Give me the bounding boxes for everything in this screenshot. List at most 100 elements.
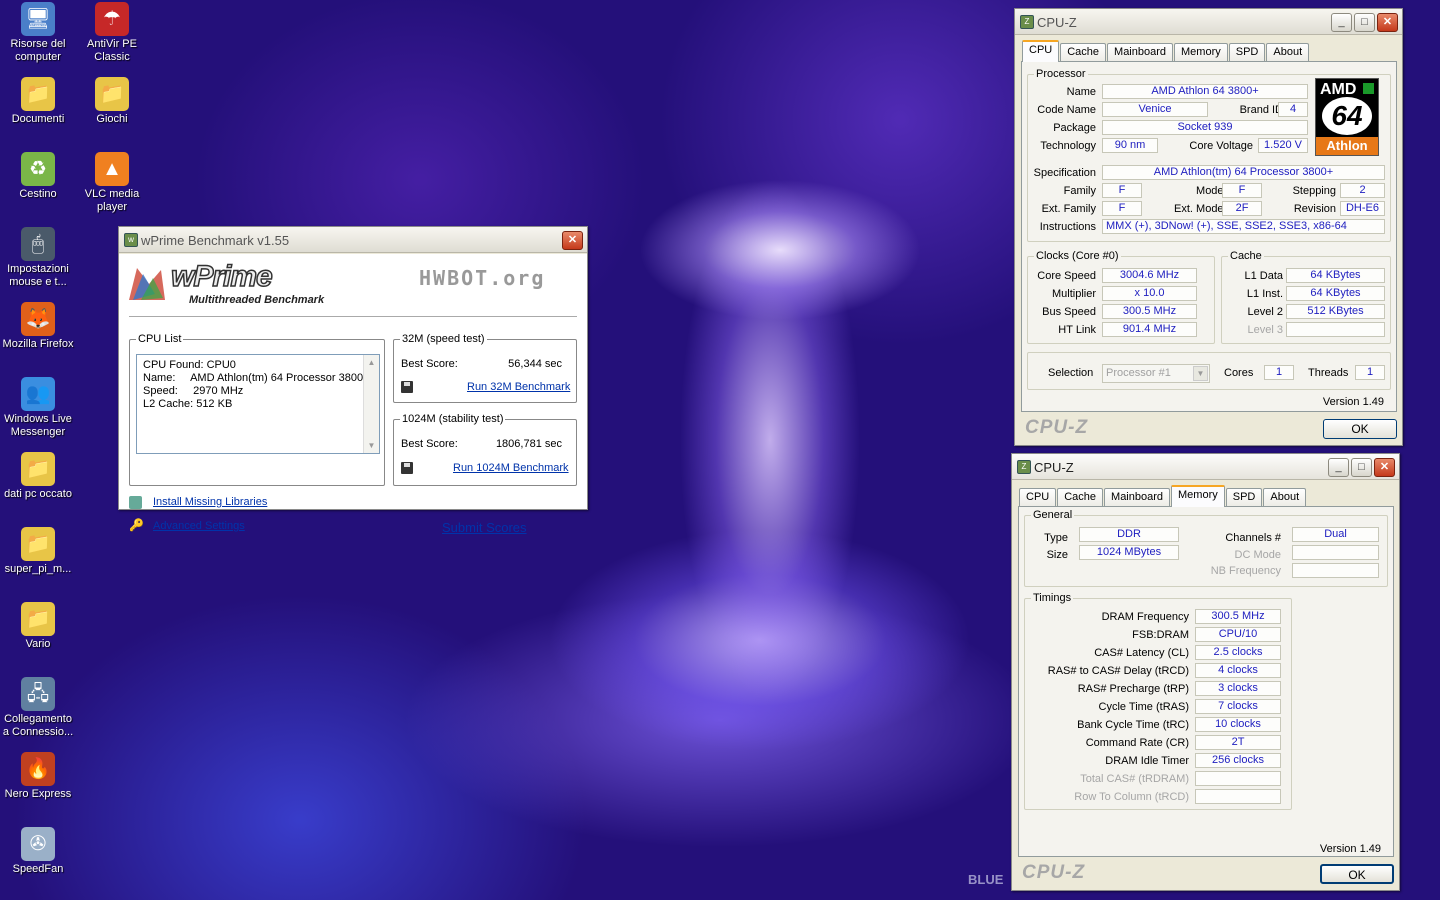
tab-about[interactable]: About bbox=[1266, 43, 1310, 62]
scroll-down-icon[interactable]: ▼ bbox=[364, 438, 379, 453]
desktop-icon[interactable]: 📁 Documenti bbox=[0, 77, 76, 126]
cpuz2-title: CPU-Z bbox=[1034, 460, 1074, 475]
ext-model-value: 2F bbox=[1222, 201, 1262, 216]
desktop-app-icon: 🖧 bbox=[21, 677, 55, 711]
cpuz2-brand: CPU-Z bbox=[1022, 862, 1086, 883]
desktop-icon[interactable]: 🖱 Impostazioni mouse e t... bbox=[0, 227, 76, 289]
timing-label: RAS# to CAS# Delay (tRCD) bbox=[1047, 665, 1189, 677]
ht-link-label: HT Link bbox=[1058, 324, 1096, 336]
brandid-label: Brand ID bbox=[1239, 104, 1283, 116]
desktop-icon[interactable]: 🔥 Nero Express bbox=[0, 752, 76, 801]
stepping-value: 2 bbox=[1340, 183, 1385, 198]
technology-value: 90 nm bbox=[1102, 138, 1158, 153]
floppy-icon bbox=[401, 462, 413, 474]
desktop-icon[interactable]: 👥 Windows Live Messenger bbox=[0, 377, 76, 439]
close-icon[interactable]: ✕ bbox=[1374, 458, 1395, 477]
tab-spd[interactable]: SPD bbox=[1225, 488, 1263, 507]
tab-cpu[interactable]: CPU bbox=[1022, 40, 1060, 62]
desktop-icon[interactable]: 🖧 Collegamento a Connessio... bbox=[0, 677, 76, 739]
desktop-app-icon: ☂ bbox=[95, 2, 129, 36]
desktop-icon-label: Cestino bbox=[19, 188, 57, 200]
desktop-icon[interactable]: 🖥 Risorse del computer bbox=[0, 2, 76, 64]
tab-mainboard[interactable]: Mainboard bbox=[1107, 43, 1174, 62]
desktop-icon[interactable]: 📁 super_pi_m... bbox=[0, 527, 76, 576]
timing-label: RAS# Precharge (tRP) bbox=[1077, 683, 1189, 695]
desktop-icon[interactable]: 📁 dati pc occato bbox=[0, 452, 76, 501]
threads-value: 1 bbox=[1355, 365, 1385, 380]
desktop-icon[interactable]: 🦊 Mozilla Firefox bbox=[0, 302, 76, 351]
tab-mainboard[interactable]: Mainboard bbox=[1104, 488, 1171, 507]
hwbot-logo[interactable]: HWBOT.org bbox=[419, 266, 545, 290]
tab-memory[interactable]: Memory bbox=[1174, 43, 1228, 62]
desktop-icon[interactable]: ♻ Cestino bbox=[0, 152, 76, 201]
l1-inst-label: L1 Inst. bbox=[1246, 288, 1283, 300]
scroll-up-icon[interactable]: ▲ bbox=[364, 355, 379, 370]
best-score-1024m: 1806,781 sec bbox=[495, 438, 562, 450]
run-32m-button[interactable]: Run 32M Benchmark bbox=[467, 381, 570, 393]
family-value: F bbox=[1102, 183, 1142, 198]
amd-arrow-icon bbox=[1363, 83, 1374, 94]
desktop-app-icon: 📁 bbox=[21, 452, 55, 486]
desktop-icon[interactable]: ✇ SpeedFan bbox=[0, 827, 76, 876]
minimize-icon[interactable]: _ bbox=[1331, 13, 1352, 32]
timing-label: Bank Cycle Time (tRC) bbox=[1077, 719, 1189, 731]
tab-about[interactable]: About bbox=[1263, 488, 1307, 507]
cpuz2-panel: General Type DDR Size 1024 MBytes Channe… bbox=[1018, 506, 1394, 857]
install-libraries-link[interactable]: Install Missing Libraries bbox=[153, 496, 267, 508]
tab-cache[interactable]: Cache bbox=[1060, 43, 1107, 62]
cpu-list-box[interactable]: CPU Found: CPU0 Name: AMD Athlon(tm) 64 P… bbox=[136, 354, 380, 454]
close-icon[interactable]: ✕ bbox=[1377, 13, 1398, 32]
package-value: Socket 939 bbox=[1102, 120, 1308, 135]
advanced-settings-link[interactable]: Advanced Settings bbox=[153, 520, 245, 532]
cpuz1-ok-button[interactable]: OK bbox=[1323, 419, 1397, 439]
size-value: 1024 MBytes bbox=[1079, 545, 1179, 560]
maximize-icon[interactable]: □ bbox=[1354, 13, 1375, 32]
brandid-value: 4 bbox=[1278, 102, 1308, 117]
timing-value bbox=[1195, 771, 1281, 786]
level2-value: 512 KBytes bbox=[1286, 304, 1385, 319]
chevron-down-icon[interactable]: ▼ bbox=[1193, 366, 1208, 381]
minimize-icon[interactable]: _ bbox=[1328, 458, 1349, 477]
dc-mode-label: DC Mode bbox=[1234, 549, 1281, 561]
desktop-app-icon: 📁 bbox=[21, 77, 55, 111]
desktop-icon[interactable]: ▲ VLC media player bbox=[74, 152, 150, 214]
timing-value: 300.5 MHz bbox=[1195, 609, 1281, 624]
desktop-icon-label: Impostazioni mouse e t... bbox=[7, 263, 69, 288]
wprime-logo: wPrime bbox=[170, 259, 273, 294]
desktop-icon[interactable]: 📁 Vario bbox=[0, 602, 76, 651]
cpuz2-ok-button[interactable]: OK bbox=[1320, 864, 1394, 884]
timing-value: 4 clocks bbox=[1195, 663, 1281, 678]
timing-value: 3 clocks bbox=[1195, 681, 1281, 696]
desktop-icon[interactable]: 📁 Giochi bbox=[74, 77, 150, 126]
tab-spd[interactable]: SPD bbox=[1228, 43, 1266, 62]
desktop-app-icon: 🖱 bbox=[21, 227, 55, 261]
desktop-icon[interactable]: ☂ AntiVir PE Classic bbox=[74, 2, 150, 64]
cpuz1-title: CPU-Z bbox=[1037, 15, 1077, 30]
processor-select[interactable]: Processor #1 ▼ bbox=[1102, 364, 1210, 383]
wprime-titlebar[interactable]: w wPrime Benchmark v1.55 ✕ bbox=[119, 227, 587, 253]
timing-label: DRAM Idle Timer bbox=[1105, 755, 1189, 767]
core-voltage-value: 1.520 V bbox=[1258, 138, 1308, 153]
bus-speed-value: 300.5 MHz bbox=[1102, 304, 1197, 319]
tab-cpu[interactable]: CPU bbox=[1019, 488, 1057, 507]
cpuz2-titlebar[interactable]: Z CPU-Z _ □ ✕ bbox=[1012, 454, 1399, 480]
cpuz1-titlebar[interactable]: Z CPU-Z _ □ ✕ bbox=[1015, 9, 1402, 35]
wprime-title: wPrime Benchmark v1.55 bbox=[141, 233, 290, 248]
wprime-logo-icon bbox=[127, 264, 167, 302]
desktop-icon-label: SpeedFan bbox=[12, 863, 64, 875]
maximize-icon[interactable]: □ bbox=[1351, 458, 1372, 477]
cpu-list-scrollbar[interactable]: ▲ ▼ bbox=[363, 355, 379, 453]
tab-cache[interactable]: Cache bbox=[1057, 488, 1104, 507]
cpuz1-brand: CPU-Z bbox=[1025, 417, 1089, 438]
desktop-app-icon: 🔥 bbox=[21, 752, 55, 786]
run-1024m-button[interactable]: Run 1024M Benchmark bbox=[453, 462, 569, 474]
submit-scores-link[interactable]: Submit Scores bbox=[442, 520, 527, 535]
threads-label: Threads bbox=[1308, 367, 1349, 379]
close-icon[interactable]: ✕ bbox=[562, 231, 583, 250]
size-label: Size bbox=[1046, 549, 1068, 561]
test-32m-label: 32M (speed test) bbox=[400, 333, 487, 345]
tab-memory[interactable]: Memory bbox=[1171, 485, 1225, 507]
family-label: Family bbox=[1063, 185, 1096, 197]
desktop-icon-label: VLC media player bbox=[84, 188, 140, 213]
cpu-list-lines: CPU Found: CPU0 Name: AMD Athlon(tm) 64 P… bbox=[143, 359, 373, 411]
